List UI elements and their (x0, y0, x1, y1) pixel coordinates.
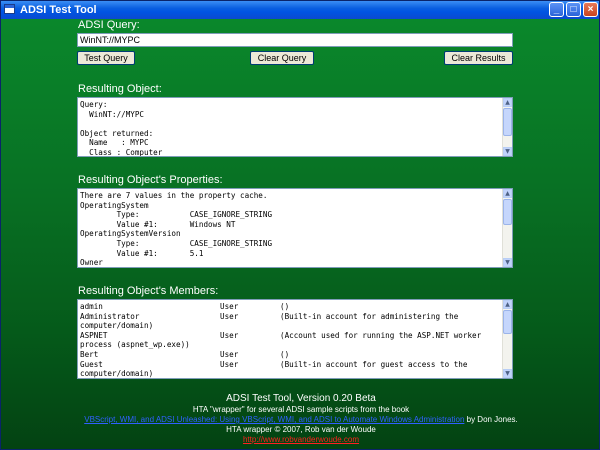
close-button[interactable]: × (583, 2, 598, 17)
member-class: User (220, 359, 239, 369)
resulting-object-label: Resulting Object: (78, 83, 162, 95)
resulting-object-scrollbar[interactable]: ▲ ▼ (502, 98, 512, 156)
scroll-down-icon[interactable]: ▼ (503, 258, 512, 267)
footer-copyright: HTA wrapper © 2007, Rob van der Woude (226, 425, 376, 434)
window-title: ADSI Test Tool (20, 4, 97, 16)
member-row: computer/domain) (80, 321, 504, 331)
member-name: Bert (80, 349, 99, 359)
maximize-button[interactable]: □ (566, 2, 581, 17)
query-input[interactable]: WinNT://MYPC (77, 33, 513, 47)
footer-book-line: VBScript, WMI, and ADSI Unleashed: Using… (1, 415, 599, 424)
member-name: Guest (80, 359, 103, 369)
scroll-up-icon[interactable]: ▲ (503, 189, 512, 198)
scroll-up-icon[interactable]: ▲ (503, 300, 512, 309)
member-name: Administrator (80, 311, 140, 321)
resulting-properties-label: Resulting Object's Properties: (78, 174, 223, 186)
member-name: process (aspnet_wp.exe)) (80, 340, 190, 350)
member-class: User (220, 302, 239, 311)
member-class (220, 369, 280, 378)
title-bar[interactable]: ADSI Test Tool _ □ × (1, 1, 599, 19)
resulting-object-textarea[interactable]: Query: WinNT://MYPC Object returned: Nam… (77, 97, 513, 157)
scroll-thumb[interactable] (503, 199, 512, 225)
member-row: admin User () (80, 302, 504, 312)
members-list: admin User () Administrator User (Built-in ac… (78, 300, 506, 379)
member-class: User (220, 349, 239, 359)
member-class (220, 340, 280, 350)
app-window: ADSI Test Tool _ □ × ADSI Query: WinNT:/… (0, 0, 600, 450)
scroll-thumb[interactable] (503, 108, 512, 136)
member-description: (Built-in account for guest access to th… (280, 359, 468, 369)
member-class: User (220, 311, 239, 321)
member-description (280, 369, 500, 378)
member-row: computer/domain) (80, 369, 504, 379)
clear-results-button[interactable]: Clear Results (444, 51, 513, 65)
scroll-down-icon[interactable]: ▼ (503, 369, 512, 378)
member-class (220, 321, 280, 331)
resulting-members-textarea[interactable]: admin User () Administrator User (Built-in ac… (77, 299, 513, 379)
member-description: () (280, 349, 290, 359)
resulting-object-text: Query: WinNT://MYPC Object returned: Nam… (80, 100, 163, 157)
resulting-properties-text: There are 7 values in the property cache… (80, 191, 273, 268)
resulting-properties-scrollbar[interactable]: ▲ ▼ (502, 189, 512, 267)
footer-site-line: http://www.robvanderwoude.com (1, 435, 599, 444)
member-description: (Built-in account for administering the (280, 311, 459, 321)
resulting-members-scrollbar[interactable]: ▲ ▼ (502, 300, 512, 378)
site-link[interactable]: http://www.robvanderwoude.com (243, 435, 359, 444)
member-description (280, 340, 500, 350)
scroll-up-icon[interactable]: ▲ (503, 98, 512, 107)
member-row: Guest User (Built-in account for guest acc… (80, 360, 504, 370)
member-description (280, 321, 500, 331)
footer-description: HTA "wrapper" for several ADSI sample sc… (192, 405, 410, 414)
footer-title: ADSI Test Tool, Version 0.20 Beta (226, 393, 376, 404)
resulting-properties-textarea[interactable]: There are 7 values in the property cache… (77, 188, 513, 268)
clear-query-button[interactable]: Clear Query (250, 51, 314, 65)
scroll-down-icon[interactable]: ▼ (503, 147, 512, 156)
member-name: computer/domain) (80, 321, 154, 331)
test-query-button[interactable]: Test Query (77, 51, 135, 65)
book-author: by Don Jones. (464, 415, 518, 424)
member-row: process (aspnet_wp.exe)) (80, 340, 504, 350)
member-name: ASPNET (80, 330, 108, 340)
member-name: computer/domain) (80, 369, 154, 379)
member-description: (Account used for running the ASP.NET wo… (280, 330, 482, 340)
member-description: () (280, 302, 290, 311)
member-row: Bert User () (80, 350, 504, 360)
scroll-thumb[interactable] (503, 310, 512, 334)
member-name: admin (80, 302, 103, 311)
resulting-members-label: Resulting Object's Members: (78, 285, 219, 297)
app-icon (4, 4, 15, 14)
minimize-button[interactable]: _ (549, 2, 564, 17)
member-class: User (220, 330, 239, 340)
query-label: ADSI Query: (78, 19, 140, 31)
book-link[interactable]: VBScript, WMI, and ADSI Unleashed: Using… (84, 415, 464, 424)
member-row: ASPNET User (Account used for running the … (80, 331, 504, 341)
member-row: Administrator User (Built-in account for a… (80, 312, 504, 322)
